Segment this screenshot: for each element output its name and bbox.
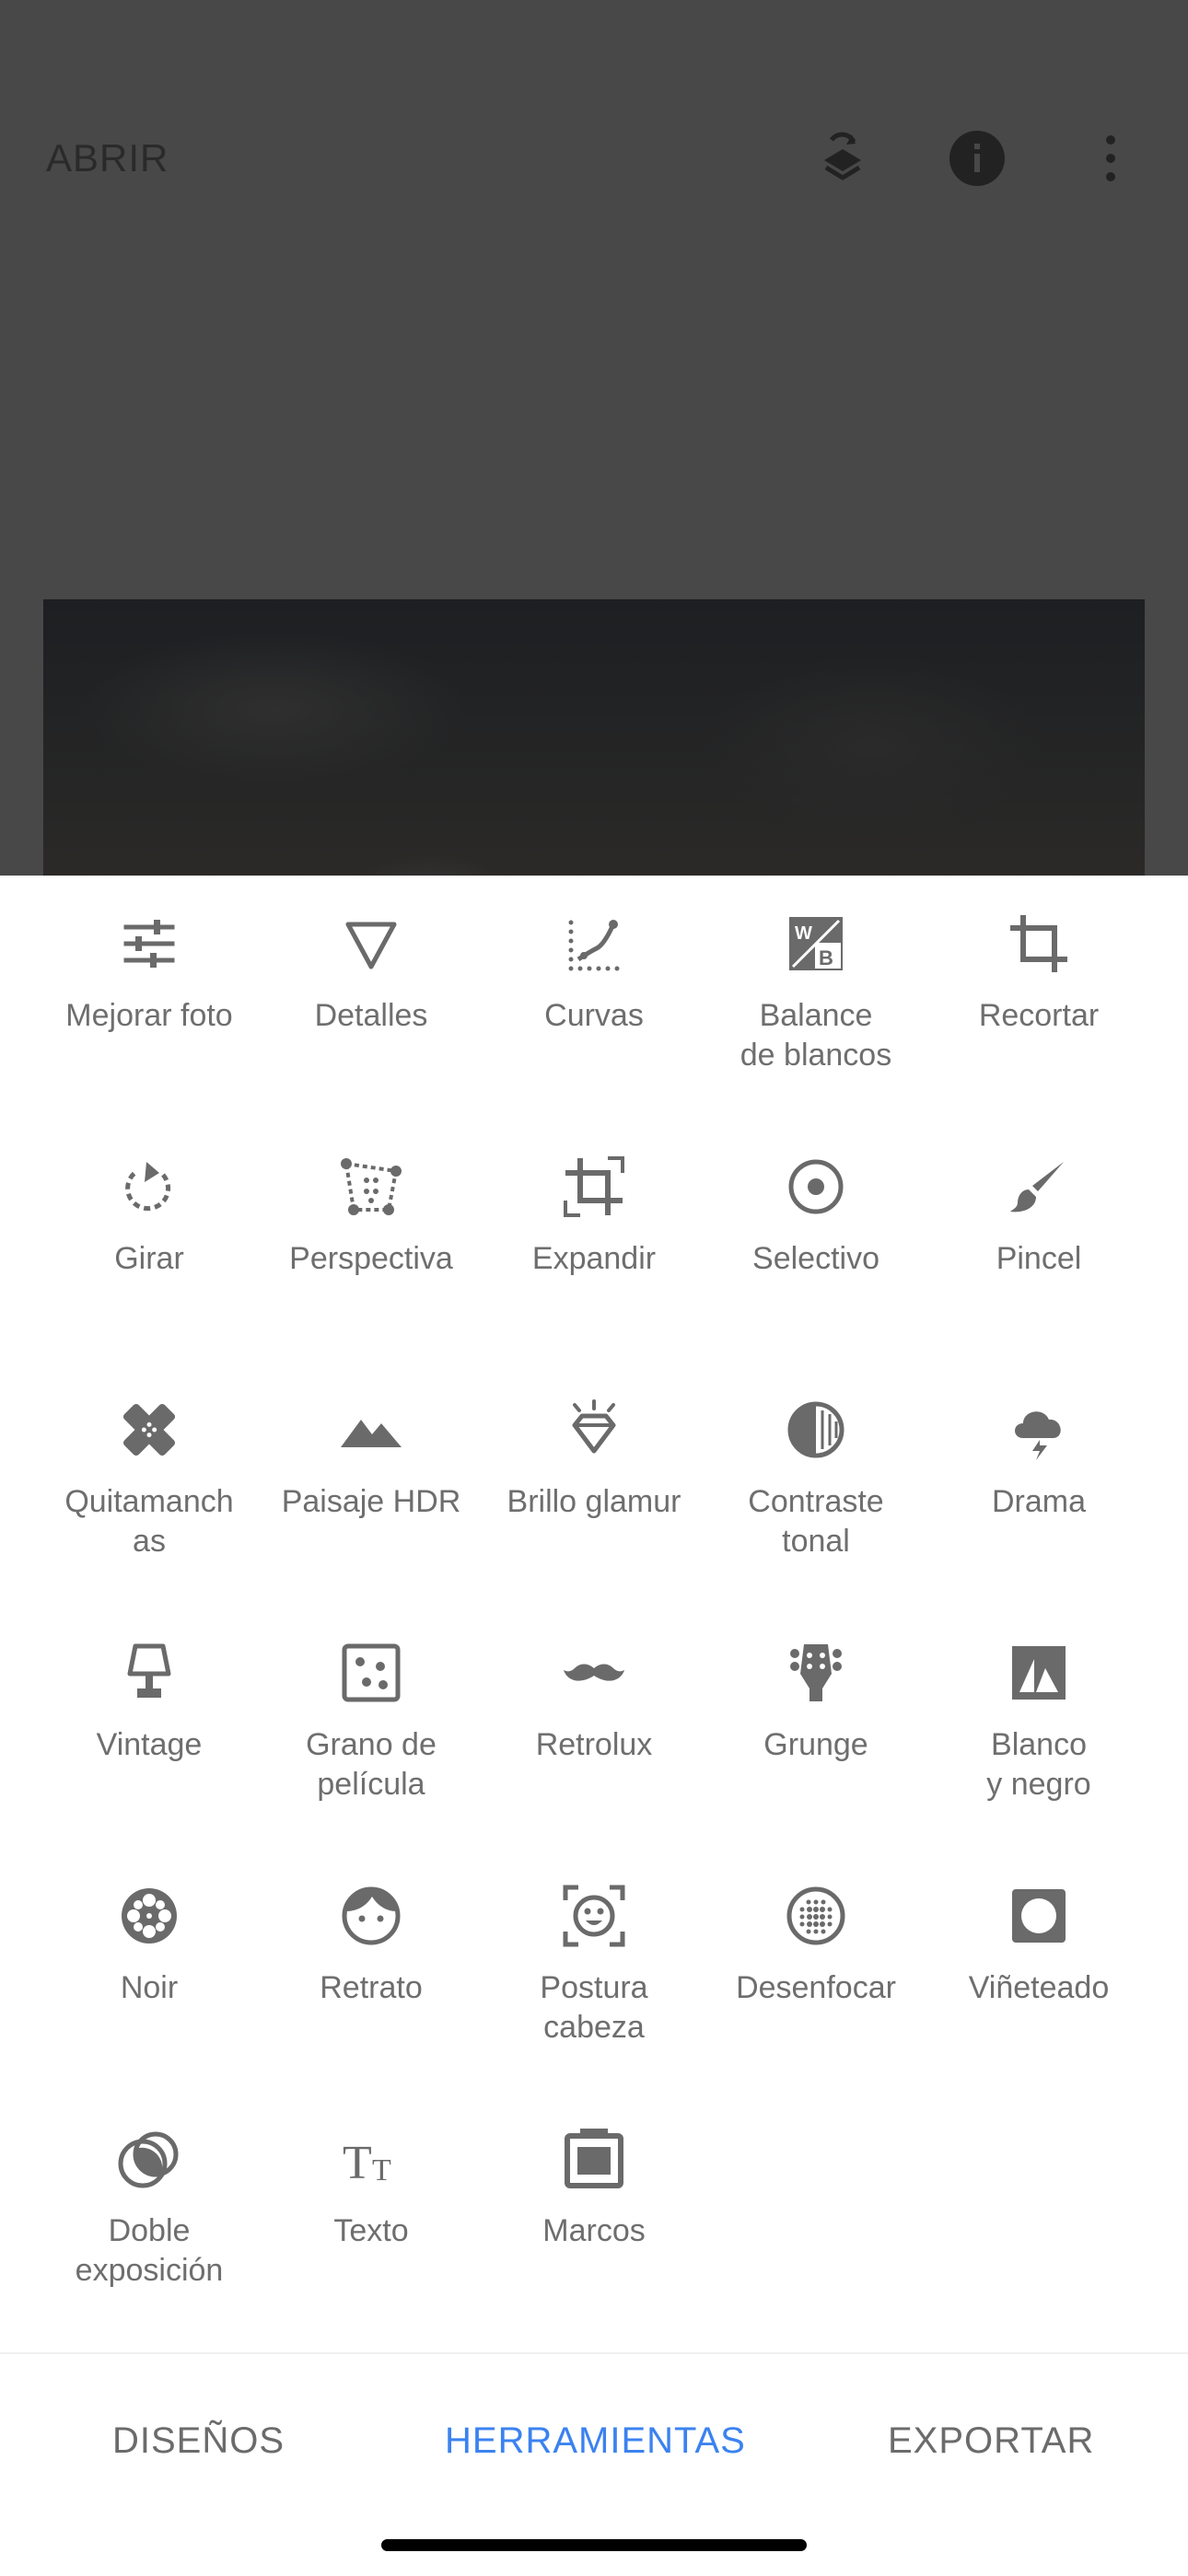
frame-icon [562, 2127, 626, 2191]
tool-label: Detalles [314, 998, 428, 1033]
crop-icon [1007, 911, 1071, 976]
storm-cloud-icon [1007, 1398, 1071, 1462]
brush-icon [1007, 1155, 1071, 1219]
tool-label: Brillo glamur [507, 1484, 681, 1519]
tool-label: Vintage [96, 1727, 203, 1762]
tool-rotate[interactable]: Girar [38, 1119, 261, 1330]
open-button[interactable]: ABRIR [46, 136, 169, 180]
tool-label: Quitamanch as [64, 1484, 234, 1559]
tool-triangle-details[interactable]: Detalles [260, 876, 483, 1087]
tool-label: Postura cabeza [540, 1970, 648, 2045]
tool-film-grain[interactable]: Grano de película [260, 1605, 483, 1816]
layers-history-icon[interactable] [813, 129, 872, 188]
triangle-details-icon [339, 911, 403, 976]
perspective-icon [339, 1155, 403, 1219]
more-vertical-icon[interactable] [1081, 129, 1140, 188]
tool-label: Doble exposición [75, 2213, 224, 2288]
tool-label: Mejorar foto [65, 998, 233, 1033]
tool-label: Marcos [542, 2213, 646, 2248]
tool-label: Blanco y negro [986, 1727, 1091, 1802]
curves-icon [562, 911, 626, 976]
tool-tonal-contrast[interactable]: Contraste tonal [705, 1362, 927, 1573]
tool-selective[interactable]: Selectivo [705, 1119, 927, 1330]
svg-text:T: T [343, 2137, 372, 2189]
film-grain-icon [339, 1641, 403, 1705]
tool-blur[interactable]: Desenfocar [705, 1848, 927, 2060]
tool-brush[interactable]: Pincel [927, 1119, 1150, 1330]
tool-label: Retrolux [535, 1727, 653, 1762]
tool-curves[interactable]: Curvas [483, 876, 705, 1087]
tool-label: Paisaje HDR [281, 1484, 461, 1519]
nav-tab-export[interactable]: EXPORTAR [888, 2420, 1094, 2462]
tool-label: Drama [991, 1484, 1087, 1519]
tool-label: Grunge [763, 1727, 868, 1762]
tool-healing-bandage[interactable]: Quitamanch as [38, 1362, 261, 1573]
home-indicator [381, 2539, 807, 2551]
svg-text:B: B [819, 946, 833, 969]
tool-label: Texto [333, 2213, 409, 2248]
tool-label: Girar [114, 1241, 184, 1276]
rotate-icon [117, 1155, 181, 1219]
tool-label: Contraste tonal [748, 1484, 884, 1559]
text-icon: T T [339, 2127, 403, 2191]
tool-vignette[interactable]: Viñeteado [927, 1848, 1150, 2060]
blur-icon [784, 1884, 848, 1948]
tool-lamp[interactable]: Vintage [38, 1605, 261, 1816]
tool-perspective[interactable]: Perspectiva [260, 1119, 483, 1330]
tool-frame[interactable]: Marcos [483, 2091, 705, 2303]
image-preview-area: ABRIR [0, 0, 1188, 876]
tool-storm-cloud[interactable]: Drama [927, 1362, 1150, 1573]
white-balance-icon: W B [784, 911, 848, 976]
svg-text:T: T [372, 2153, 391, 2187]
guitar-head-icon [784, 1641, 848, 1705]
mountains-icon [339, 1398, 403, 1462]
svg-text:W: W [795, 923, 812, 944]
tool-label: Perspectiva [289, 1241, 453, 1276]
tool-label: Balance de blancos [740, 998, 892, 1073]
tool-white-balance[interactable]: W B Balance de blancos [705, 876, 927, 1087]
tool-label: Selectivo [752, 1241, 879, 1276]
tool-head-pose[interactable]: Postura cabeza [483, 1848, 705, 2060]
tool-expand[interactable]: Expandir [483, 1119, 705, 1330]
tool-label: Curvas [544, 998, 644, 1033]
double-exposure-icon [117, 2127, 181, 2191]
tool-label: Noir [120, 1970, 179, 2005]
tool-label: Retrato [320, 1970, 423, 2005]
tool-diamond-glow[interactable]: Brillo glamur [483, 1362, 705, 1573]
tool-mustache[interactable]: Retrolux [483, 1605, 705, 1816]
diamond-glow-icon [562, 1398, 626, 1462]
tool-tune-sliders[interactable]: Mejorar foto [38, 876, 261, 1087]
tool-label: Pincel [996, 1241, 1082, 1276]
tool-double-exposure[interactable]: Doble exposición [38, 2091, 261, 2303]
tool-face[interactable]: Retrato [260, 1848, 483, 2060]
nav-tab-designs[interactable]: DISEÑOS [112, 2420, 285, 2462]
selective-icon [784, 1155, 848, 1219]
black-white-icon [1007, 1641, 1071, 1705]
edited-photo [43, 599, 1145, 876]
tonal-contrast-icon [784, 1398, 848, 1462]
tool-guitar-head[interactable]: Grunge [705, 1605, 927, 1816]
mustache-icon [562, 1641, 626, 1705]
film-reel-icon [117, 1884, 181, 1948]
tool-mountains[interactable]: Paisaje HDR [260, 1362, 483, 1573]
tool-text[interactable]: T T Texto [260, 2091, 483, 2303]
vignette-icon [1007, 1884, 1071, 1948]
tool-label: Expandir [531, 1241, 657, 1276]
head-pose-icon [562, 1884, 626, 1948]
tools-sheet: Mejorar foto Detalles Curvas W B Balance d… [0, 876, 1188, 2352]
tool-label: Desenfocar [736, 1970, 896, 2005]
info-icon[interactable] [948, 129, 1007, 188]
tool-film-reel[interactable]: Noir [38, 1848, 261, 2060]
tool-label: Viñeteado [968, 1970, 1110, 2005]
tune-sliders-icon [117, 911, 181, 976]
nav-tab-tools[interactable]: HERRAMIENTAS [445, 2420, 746, 2462]
healing-bandage-icon [117, 1398, 181, 1462]
tool-black-white[interactable]: Blanco y negro [927, 1605, 1150, 1816]
tool-label: Recortar [978, 998, 1100, 1033]
expand-icon [562, 1155, 626, 1219]
face-icon [339, 1884, 403, 1948]
tool-label: Grano de película [306, 1727, 437, 1802]
lamp-icon [117, 1641, 181, 1705]
tool-crop[interactable]: Recortar [927, 876, 1150, 1087]
